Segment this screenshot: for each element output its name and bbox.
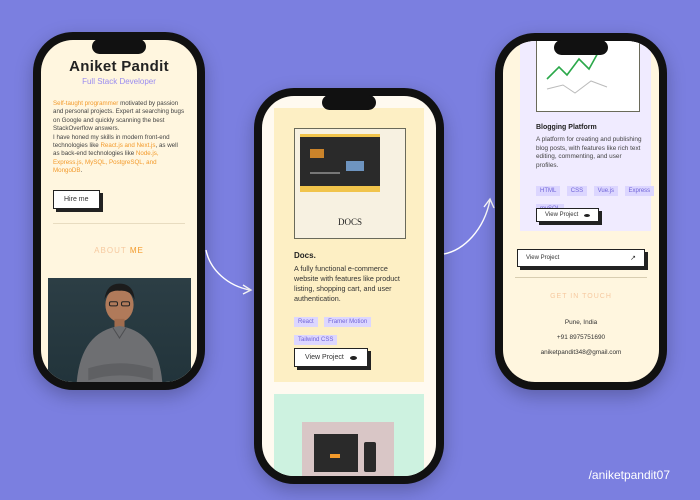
contact-heading: GET IN TOUCH bbox=[550, 293, 612, 300]
eye-icon bbox=[584, 213, 591, 217]
phone-screen: DOCS Docs. A fully functional e-commerce… bbox=[262, 96, 436, 476]
tag-react: React bbox=[294, 317, 318, 327]
profile-photo bbox=[48, 278, 191, 382]
section-divider bbox=[53, 222, 185, 224]
view-project-label: View Project bbox=[305, 354, 344, 361]
project-description: A platform for creating and publishing b… bbox=[536, 136, 642, 169]
hire-me-label: Hire me bbox=[64, 195, 89, 203]
phone-notch bbox=[322, 95, 376, 110]
eye-icon bbox=[349, 355, 357, 360]
section-divider bbox=[515, 277, 647, 278]
contact-phone[interactable]: +91 8975751690 bbox=[503, 334, 659, 341]
project-title: Blogging Platform bbox=[536, 124, 597, 131]
phone-screen: Aniket Pandit Full Stack Developer Self-… bbox=[41, 40, 197, 382]
project-card-next bbox=[274, 394, 424, 476]
view-project-label: View Project bbox=[545, 212, 579, 218]
bio-text-end: . bbox=[80, 167, 83, 175]
phone-screen: Blogging Platform A platform for creatin… bbox=[503, 41, 659, 382]
project-logo-text: DOCS bbox=[337, 217, 362, 227]
tag-express: Express bbox=[624, 186, 655, 196]
view-project-button-2[interactable]: View Project ↗ bbox=[517, 249, 645, 267]
about-heading-part-2: ME bbox=[126, 245, 144, 255]
project-description: A fully functional e-commerce website wi… bbox=[294, 264, 400, 303]
flow-arrow-icon bbox=[205, 249, 253, 295]
person-portrait-icon bbox=[76, 283, 163, 382]
project-card: DOCS Docs. A fully functional e-commerce… bbox=[274, 108, 424, 382]
project-title: Docs. bbox=[294, 251, 316, 260]
social-handle: /aniketpandit07 bbox=[588, 468, 670, 482]
phone-notch bbox=[554, 40, 608, 55]
tag-html: HTML bbox=[536, 186, 561, 196]
view-project-label-2: View Project bbox=[526, 255, 560, 261]
view-project-button[interactable]: View Project bbox=[294, 348, 368, 367]
phone-mockup-projects: DOCS Docs. A fully functional e-commerce… bbox=[254, 88, 444, 484]
tag-css: CSS bbox=[566, 186, 588, 196]
hero-role: Full Stack Developer bbox=[82, 77, 156, 86]
flow-arrow-icon bbox=[443, 197, 495, 255]
thumbnail-screen bbox=[300, 134, 380, 192]
project-tags: React Framer Motion Tailwind CSS bbox=[294, 310, 409, 346]
tag-framer-motion: Framer Motion bbox=[324, 317, 372, 327]
bio-highlight-lead: Self-taught programmer bbox=[53, 100, 119, 107]
contact-location: Pune, India bbox=[564, 319, 598, 326]
tag-tailwind: Tailwind CSS bbox=[294, 335, 338, 345]
hero-bio: Self-taught programmer motivated by pass… bbox=[53, 100, 185, 176]
bio-highlight-frontend: React.js and Next.js bbox=[100, 142, 156, 150]
view-project-button[interactable]: View Project bbox=[536, 208, 600, 222]
about-heading-part-1: ABOUT bbox=[94, 245, 127, 255]
contact-email[interactable]: aniketpandit348@gmail.com bbox=[503, 349, 659, 356]
project-thumbnail: DOCS bbox=[294, 128, 406, 239]
hire-me-button[interactable]: Hire me bbox=[53, 189, 100, 209]
phone-notch bbox=[92, 39, 146, 54]
tag-vuejs: Vue.js bbox=[593, 186, 619, 196]
project-thumbnail-next bbox=[302, 422, 394, 476]
phone-mockup-contact: Blogging Platform A platform for creatin… bbox=[495, 33, 667, 390]
arrow-up-right-icon: ↗ bbox=[630, 255, 636, 262]
hero-name: Aniket Pandit bbox=[69, 58, 169, 75]
project-card: Blogging Platform A platform for creatin… bbox=[520, 41, 655, 231]
phone-mockup-hero: Aniket Pandit Full Stack Developer Self-… bbox=[33, 32, 205, 390]
